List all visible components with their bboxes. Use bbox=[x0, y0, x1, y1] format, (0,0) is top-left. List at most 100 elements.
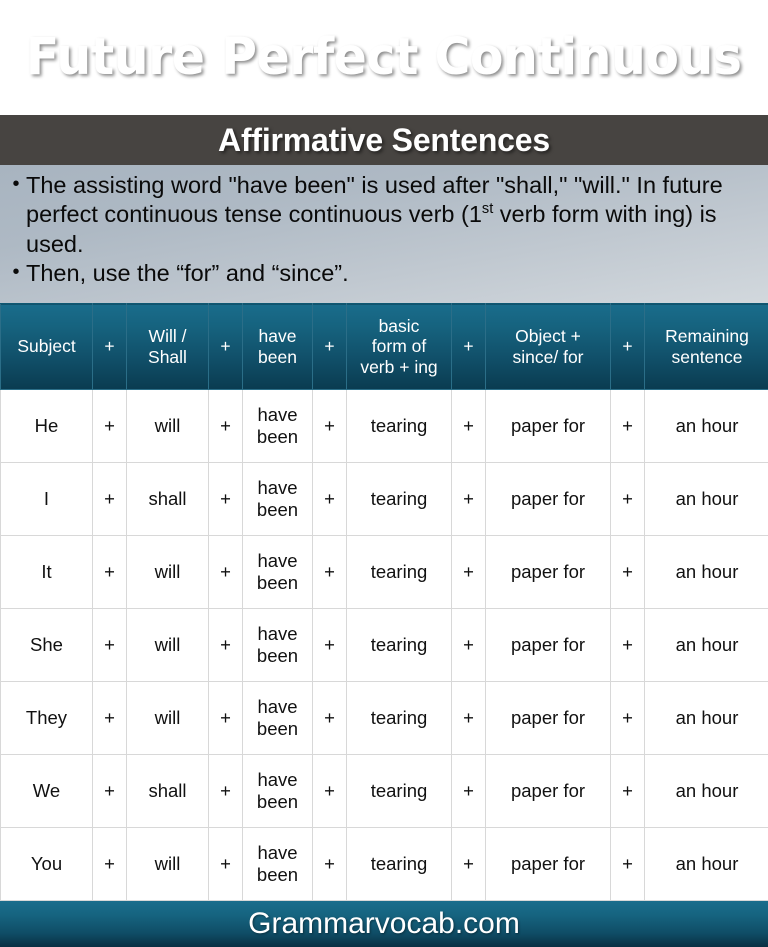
column-header-plus-1: + bbox=[93, 304, 127, 390]
column-header-remaining: Remainingsentence bbox=[645, 304, 768, 390]
cell-object: paper for bbox=[486, 609, 611, 682]
bullet-list: • The assisting word "have been" is used… bbox=[6, 171, 760, 288]
cell-remaining: an hour bbox=[645, 828, 768, 901]
cell-plus5: + bbox=[611, 463, 645, 536]
cell-object: paper for bbox=[486, 463, 611, 536]
cell-modal: will bbox=[127, 390, 209, 463]
page-title: Future Perfect Continuous bbox=[26, 32, 742, 83]
cell-plus3: + bbox=[313, 536, 347, 609]
cell-plus1: + bbox=[93, 390, 127, 463]
cell-plus4: + bbox=[452, 828, 486, 901]
cell-object: paper for bbox=[486, 390, 611, 463]
table-row: We+shall+havebeen+tearing+paper for+an h… bbox=[1, 755, 768, 828]
table-row: He+will+havebeen+tearing+paper for+an ho… bbox=[1, 390, 768, 463]
column-header-plus-4: + bbox=[452, 304, 486, 390]
cell-verb: tearing bbox=[347, 755, 452, 828]
cell-plus2: + bbox=[209, 755, 243, 828]
cell-modal: shall bbox=[127, 463, 209, 536]
cell-verb: tearing bbox=[347, 463, 452, 536]
cell-plus2: + bbox=[209, 828, 243, 901]
cell-plus5: + bbox=[611, 682, 645, 755]
cell-verb: tearing bbox=[347, 828, 452, 901]
infographic-poster: Future Perfect Continuous Affirmative Se… bbox=[0, 0, 768, 936]
cell-havebeen: havebeen bbox=[243, 390, 313, 463]
cell-modal: will bbox=[127, 828, 209, 901]
cell-plus2: + bbox=[209, 682, 243, 755]
cell-plus4: + bbox=[452, 609, 486, 682]
cell-plus1: + bbox=[93, 609, 127, 682]
title-banner: Future Perfect Continuous bbox=[0, 0, 768, 115]
cell-subject: We bbox=[1, 755, 93, 828]
column-header-plus-2: + bbox=[209, 304, 243, 390]
notes-panel: • The assisting word "have been" is used… bbox=[0, 165, 768, 303]
cell-plus3: + bbox=[313, 609, 347, 682]
table-head: Subject + Will /Shall + havebeen + basic… bbox=[1, 304, 768, 390]
cell-havebeen: havebeen bbox=[243, 755, 313, 828]
cell-plus4: + bbox=[452, 755, 486, 828]
cell-plus2: + bbox=[209, 390, 243, 463]
cell-plus4: + bbox=[452, 536, 486, 609]
cell-remaining: an hour bbox=[645, 609, 768, 682]
cell-plus3: + bbox=[313, 828, 347, 901]
cell-verb: tearing bbox=[347, 390, 452, 463]
structure-table: Subject + Will /Shall + havebeen + basic… bbox=[0, 303, 768, 901]
cell-plus3: + bbox=[313, 682, 347, 755]
table-row: I+shall+havebeen+tearing+paper for+an ho… bbox=[1, 463, 768, 536]
cell-subject: I bbox=[1, 463, 93, 536]
bullet-text: The assisting word "have been" is used a… bbox=[26, 171, 760, 259]
bullet-text: Then, use the “for” and “since”. bbox=[26, 259, 760, 288]
cell-plus5: + bbox=[611, 390, 645, 463]
cell-subject: They bbox=[1, 682, 93, 755]
cell-remaining: an hour bbox=[645, 682, 768, 755]
cell-plus1: + bbox=[93, 828, 127, 901]
table-row: You+will+havebeen+tearing+paper for+an h… bbox=[1, 828, 768, 901]
footer-band: Grammarvocab.com bbox=[0, 901, 768, 947]
cell-plus1: + bbox=[93, 755, 127, 828]
cell-plus3: + bbox=[313, 390, 347, 463]
cell-object: paper for bbox=[486, 828, 611, 901]
table-row: It+will+havebeen+tearing+paper for+an ho… bbox=[1, 536, 768, 609]
cell-plus1: + bbox=[93, 682, 127, 755]
cell-plus4: + bbox=[452, 390, 486, 463]
cell-remaining: an hour bbox=[645, 755, 768, 828]
cell-plus1: + bbox=[93, 536, 127, 609]
table-header-row: Subject + Will /Shall + havebeen + basic… bbox=[1, 304, 768, 390]
cell-object: paper for bbox=[486, 536, 611, 609]
bullet-item: • Then, use the “for” and “since”. bbox=[6, 259, 760, 288]
cell-plus3: + bbox=[313, 755, 347, 828]
cell-plus4: + bbox=[452, 682, 486, 755]
site-credit: Grammarvocab.com bbox=[248, 909, 520, 939]
cell-plus1: + bbox=[93, 463, 127, 536]
cell-havebeen: havebeen bbox=[243, 682, 313, 755]
column-header-plus-5: + bbox=[611, 304, 645, 390]
cell-plus5: + bbox=[611, 828, 645, 901]
cell-plus5: + bbox=[611, 755, 645, 828]
cell-modal: will bbox=[127, 609, 209, 682]
cell-subject: He bbox=[1, 390, 93, 463]
cell-subject: She bbox=[1, 609, 93, 682]
column-header-plus-3: + bbox=[313, 304, 347, 390]
cell-plus2: + bbox=[209, 609, 243, 682]
cell-plus5: + bbox=[611, 536, 645, 609]
subtitle-band: Affirmative Sentences bbox=[0, 115, 768, 165]
bullet-item: • The assisting word "have been" is used… bbox=[6, 171, 760, 259]
cell-subject: It bbox=[1, 536, 93, 609]
cell-verb: tearing bbox=[347, 609, 452, 682]
table-row: She+will+havebeen+tearing+paper for+an h… bbox=[1, 609, 768, 682]
table-body: He+will+havebeen+tearing+paper for+an ho… bbox=[1, 390, 768, 901]
cell-verb: tearing bbox=[347, 682, 452, 755]
cell-plus3: + bbox=[313, 463, 347, 536]
cell-plus2: + bbox=[209, 536, 243, 609]
column-header-subject: Subject bbox=[1, 304, 93, 390]
cell-havebeen: havebeen bbox=[243, 609, 313, 682]
column-header-verb: basicform ofverb + ing bbox=[347, 304, 452, 390]
cell-modal: will bbox=[127, 536, 209, 609]
cell-verb: tearing bbox=[347, 536, 452, 609]
cell-remaining: an hour bbox=[645, 463, 768, 536]
cell-havebeen: havebeen bbox=[243, 828, 313, 901]
table-row: They+will+havebeen+tearing+paper for+an … bbox=[1, 682, 768, 755]
cell-plus2: + bbox=[209, 463, 243, 536]
cell-plus4: + bbox=[452, 463, 486, 536]
cell-subject: You bbox=[1, 828, 93, 901]
cell-remaining: an hour bbox=[645, 390, 768, 463]
